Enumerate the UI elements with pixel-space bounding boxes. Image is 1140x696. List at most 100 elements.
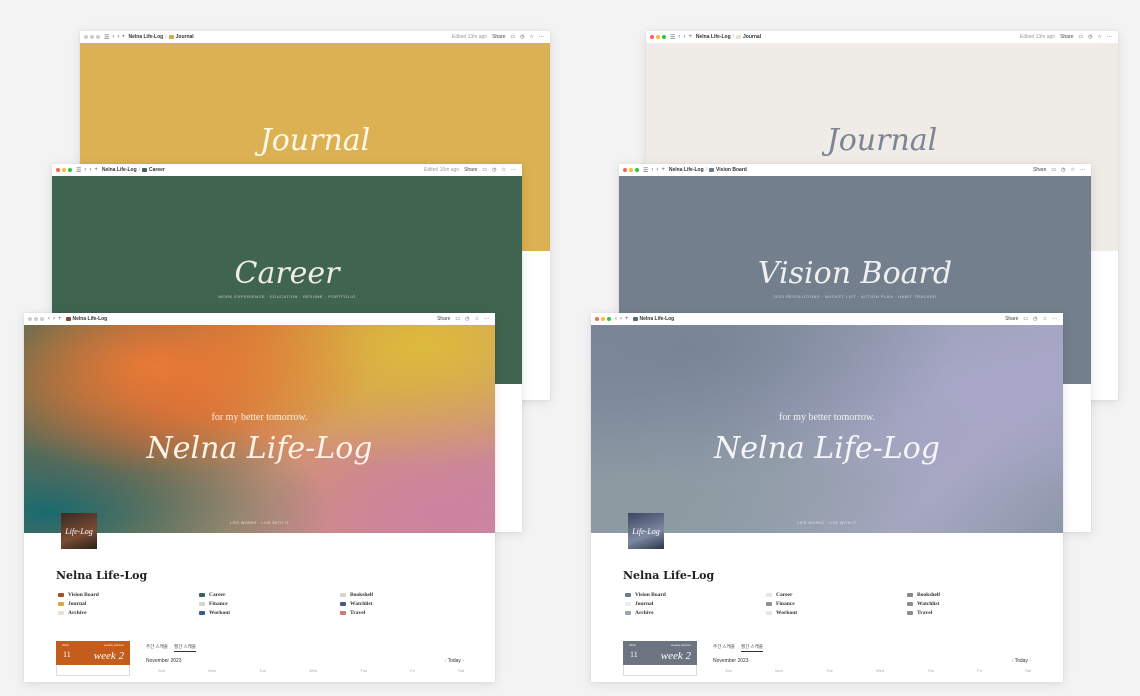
tab-monthly[interactable]: 월간 스케줄 — [740, 644, 763, 652]
window-titlebar: ☰ ‹ › + Nelna Life-Log / Vision Board Share… — [619, 164, 1091, 176]
nav-controls[interactable]: ☰ ‹ › • — [104, 34, 125, 41]
schedule-tabs: 주간 스케줄 월간 스케줄 — [146, 644, 196, 652]
next-icon[interactable]: › — [1029, 658, 1031, 664]
page-icon-image[interactable]: Life-Log — [61, 513, 97, 549]
link-watchlist[interactable]: Watchlist — [907, 601, 1048, 607]
nav-controls[interactable]: ‹ › + — [48, 316, 62, 322]
more-icon[interactable]: ··· — [1107, 34, 1112, 40]
today-button[interactable]: Today — [448, 658, 461, 664]
link-archive[interactable]: Archive — [58, 610, 199, 616]
topbar-actions: Share ▭ ◷ ☆ ··· — [1005, 316, 1057, 322]
window-controls[interactable] — [28, 317, 44, 321]
breadcrumb-item[interactable]: Career — [149, 167, 165, 173]
link-finance[interactable]: Finance — [766, 601, 907, 607]
favorite-icon[interactable]: ☆ — [1043, 316, 1047, 322]
nav-controls[interactable]: ☰ ‹ › + — [76, 167, 98, 174]
link-vision-board[interactable]: Vision Board — [625, 592, 766, 598]
prev-icon[interactable]: ‹ — [445, 658, 447, 664]
comment-icon[interactable]: ▭ — [1051, 167, 1056, 173]
favorite-icon[interactable]: ☆ — [1098, 34, 1102, 40]
comment-icon[interactable]: ▭ — [1023, 316, 1028, 322]
share-button[interactable]: Share — [1033, 167, 1046, 173]
link-travel[interactable]: Travel — [340, 610, 481, 616]
share-button[interactable]: Share — [1060, 34, 1073, 40]
link-workout[interactable]: Workout — [766, 610, 907, 616]
link-bookshelf[interactable]: Bookshelf — [340, 592, 481, 598]
prev-icon[interactable]: ‹ — [1012, 658, 1014, 664]
folder-icon — [142, 168, 148, 172]
nav-controls[interactable]: ‹ › + — [615, 316, 629, 322]
link-workout[interactable]: Workout — [199, 610, 340, 616]
tab-weekly[interactable]: 주간 스케줄 — [713, 644, 735, 652]
more-icon[interactable]: ··· — [1052, 316, 1057, 322]
share-button[interactable]: Share — [437, 316, 450, 322]
link-finance[interactable]: Finance — [199, 601, 340, 607]
page-icon-image[interactable]: Life-Log — [628, 513, 664, 549]
clock-icon[interactable]: ◷ — [1033, 316, 1037, 322]
clock-icon[interactable]: ◷ — [520, 34, 524, 40]
breadcrumb-item[interactable]: Nelna Life-Log — [129, 34, 164, 40]
week-card[interactable]: 2023 weekly planner 11 week 2 — [623, 641, 697, 676]
breadcrumb-item[interactable]: Nelna Life-Log — [669, 167, 704, 173]
link-career[interactable]: Career — [199, 592, 340, 598]
link-bookshelf[interactable]: Bookshelf — [907, 592, 1048, 598]
window-controls[interactable] — [56, 168, 72, 172]
clock-icon[interactable]: ◷ — [1061, 167, 1065, 173]
favorite-icon[interactable]: ☆ — [1071, 167, 1075, 173]
nav-controls[interactable]: ☰ ‹ › + — [643, 167, 665, 174]
link-journal[interactable]: Journal — [625, 601, 766, 607]
breadcrumb[interactable]: Nelna Life-Log / Journal — [696, 34, 761, 40]
breadcrumb-item[interactable]: Journal — [743, 34, 761, 40]
comment-icon[interactable]: ▭ — [482, 167, 487, 173]
link-career[interactable]: Career — [766, 592, 907, 598]
breadcrumb-item[interactable]: Vision Board — [716, 167, 747, 173]
more-icon[interactable]: ··· — [511, 167, 516, 173]
breadcrumb-item[interactable]: Nelna Life-Log — [102, 167, 137, 173]
comment-icon[interactable]: ▭ — [1078, 34, 1083, 40]
share-button[interactable]: Share — [492, 34, 505, 40]
favorite-icon[interactable]: ☆ — [530, 34, 534, 40]
clock-icon[interactable]: ◷ — [492, 167, 496, 173]
favorite-icon[interactable]: ☆ — [475, 316, 479, 322]
more-icon[interactable]: ··· — [484, 316, 489, 322]
comment-icon[interactable]: ▭ — [510, 34, 515, 40]
breadcrumb[interactable]: Nelna Life-Log — [632, 316, 675, 322]
link-archive[interactable]: Archive — [625, 610, 766, 616]
tab-weekly[interactable]: 주간 스케줄 — [146, 644, 168, 652]
week-card[interactable]: 2023 weekly planner 11 week 2 — [56, 641, 130, 676]
share-button[interactable]: Share — [464, 167, 477, 173]
share-button[interactable]: Share — [1005, 316, 1018, 322]
breadcrumb-item[interactable]: Journal — [176, 34, 194, 40]
link-watchlist[interactable]: Watchlist — [340, 601, 481, 607]
breadcrumb-item[interactable]: Nelna Life-Log — [696, 34, 731, 40]
link-vision-board[interactable]: Vision Board — [58, 592, 199, 598]
clock-icon[interactable]: ◷ — [465, 316, 469, 322]
clock-icon[interactable]: ◷ — [1088, 34, 1092, 40]
link-travel[interactable]: Travel — [907, 610, 1048, 616]
window-titlebar: ‹ › + Nelna Life-Log Share ▭ ◷ ☆ ··· — [24, 313, 495, 325]
weekday-label: Fri — [410, 668, 415, 673]
breadcrumb[interactable]: Nelna Life-Log / Journal — [129, 34, 194, 40]
back-icon: ‹ — [84, 166, 87, 173]
star-icon: • — [122, 33, 125, 40]
breadcrumb-item[interactable]: Nelna Life-Log — [73, 316, 108, 322]
more-icon[interactable]: ··· — [539, 34, 544, 40]
favorite-icon[interactable]: ☆ — [502, 167, 506, 173]
window-controls[interactable] — [84, 35, 100, 39]
breadcrumb[interactable]: Nelna Life-Log — [65, 316, 108, 322]
cover-title: Journal — [259, 123, 371, 158]
more-icon[interactable]: ··· — [1080, 167, 1085, 173]
link-journal[interactable]: Journal — [58, 601, 199, 607]
window-controls[interactable] — [623, 168, 639, 172]
today-button[interactable]: Today — [1015, 658, 1028, 664]
breadcrumb[interactable]: Nelna Life-Log / Vision Board — [669, 167, 747, 173]
weekday-label: Tue — [259, 668, 266, 673]
nav-controls[interactable]: ☰ ‹ › + — [670, 34, 692, 41]
next-icon[interactable]: › — [462, 658, 464, 664]
breadcrumb-item[interactable]: Nelna Life-Log — [640, 316, 675, 322]
breadcrumb[interactable]: Nelna Life-Log / Career — [102, 167, 165, 173]
window-controls[interactable] — [650, 35, 666, 39]
window-controls[interactable] — [595, 317, 611, 321]
comment-icon[interactable]: ▭ — [455, 316, 460, 322]
tab-monthly[interactable]: 월간 스케줄 — [173, 644, 196, 652]
